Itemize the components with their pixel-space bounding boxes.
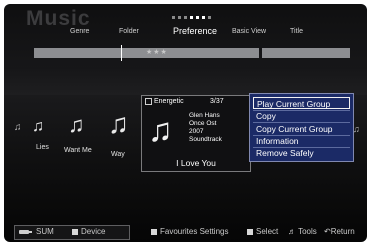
track-label-want-me: Want Me bbox=[64, 147, 92, 154]
page-dot bbox=[208, 16, 211, 19]
page-dot bbox=[178, 16, 181, 19]
selected-track-card[interactable]: Energetic 3/37 ♫ Glen Hans Once Ost 2007… bbox=[141, 95, 251, 172]
menu-item-copy-current-group[interactable]: Copy Current Group bbox=[253, 123, 350, 135]
page-dot bbox=[184, 16, 187, 19]
menu-item-copy[interactable]: Copy bbox=[253, 110, 350, 122]
artist-text: Glen Hans bbox=[189, 112, 220, 119]
track-title: I Love You bbox=[176, 158, 216, 168]
music-note-icon[interactable]: ♫ bbox=[108, 108, 129, 140]
enter-button-icon bbox=[247, 228, 253, 235]
page-dot bbox=[172, 16, 175, 19]
menu-item-information[interactable]: Information bbox=[253, 135, 350, 147]
tab-basic-view[interactable]: Basic View bbox=[232, 28, 266, 35]
page-dot-active bbox=[190, 16, 193, 19]
select-button[interactable]: Select bbox=[247, 225, 278, 238]
tools-label: Tools bbox=[298, 227, 317, 236]
usb-icon bbox=[19, 230, 32, 234]
album-text: Once Ost bbox=[189, 120, 217, 127]
music-note-icon[interactable]: ♫ bbox=[32, 118, 44, 136]
menu-item-remove-safely[interactable]: Remove Safely bbox=[253, 147, 350, 159]
page-dot-active bbox=[202, 16, 205, 19]
favourites-settings-label: Favourites Settings bbox=[160, 227, 229, 236]
preference-cursor bbox=[121, 45, 122, 61]
blue-button-icon bbox=[72, 228, 78, 235]
mood-label: Energetic bbox=[145, 98, 184, 105]
music-note-icon[interactable]: ♫ bbox=[353, 124, 360, 134]
tools-icon: ♬ bbox=[288, 227, 296, 236]
sum-label[interactable]: SUM bbox=[36, 225, 54, 238]
return-icon: ↶ bbox=[324, 227, 331, 236]
tab-folder[interactable]: Folder bbox=[119, 28, 139, 35]
year-text: 2007 bbox=[189, 128, 204, 135]
background-strip bbox=[4, 67, 367, 95]
track-count: 3/37 bbox=[210, 98, 224, 105]
music-note-icon: ♫ bbox=[148, 111, 173, 148]
genre-text: Soundtrack bbox=[189, 136, 222, 143]
music-note-icon[interactable]: ♫ bbox=[14, 122, 22, 133]
tab-preference[interactable]: Preference bbox=[173, 26, 217, 36]
tab-title[interactable]: Title bbox=[290, 28, 303, 35]
page-indicator bbox=[172, 16, 211, 19]
mood-text: Energetic bbox=[154, 98, 184, 105]
favourites-settings-button[interactable]: Favourites Settings bbox=[151, 225, 228, 238]
bottom-bar: SUM Device Favourites Settings Select ♬ … bbox=[4, 220, 367, 242]
return-label: Return bbox=[330, 227, 355, 236]
preference-bar-secondary[interactable] bbox=[262, 48, 350, 58]
music-player-screen: Music Genre Folder Preference Basic View… bbox=[4, 4, 367, 242]
menu-item-play-current-group[interactable]: Play Current Group bbox=[253, 97, 350, 109]
select-label: Select bbox=[256, 227, 279, 236]
tab-genre[interactable]: Genre bbox=[70, 28, 89, 35]
track-label-lies: Lies bbox=[36, 144, 49, 151]
return-button[interactable]: ↶Return bbox=[324, 225, 355, 238]
track-label-way: Way bbox=[111, 151, 125, 158]
device-button[interactable]: Device bbox=[72, 225, 105, 238]
device-label: Device bbox=[81, 227, 106, 236]
music-note-icon[interactable]: ♫ bbox=[68, 112, 85, 138]
rating-stars-icon: ★★★ bbox=[146, 49, 168, 56]
page-dot-active bbox=[196, 16, 199, 19]
context-menu: Play Current Group Copy Copy Current Gro… bbox=[249, 93, 354, 162]
colour-button-icon bbox=[151, 228, 157, 235]
tools-button[interactable]: ♬ Tools bbox=[288, 225, 317, 238]
mood-checkbox-icon bbox=[145, 98, 152, 105]
